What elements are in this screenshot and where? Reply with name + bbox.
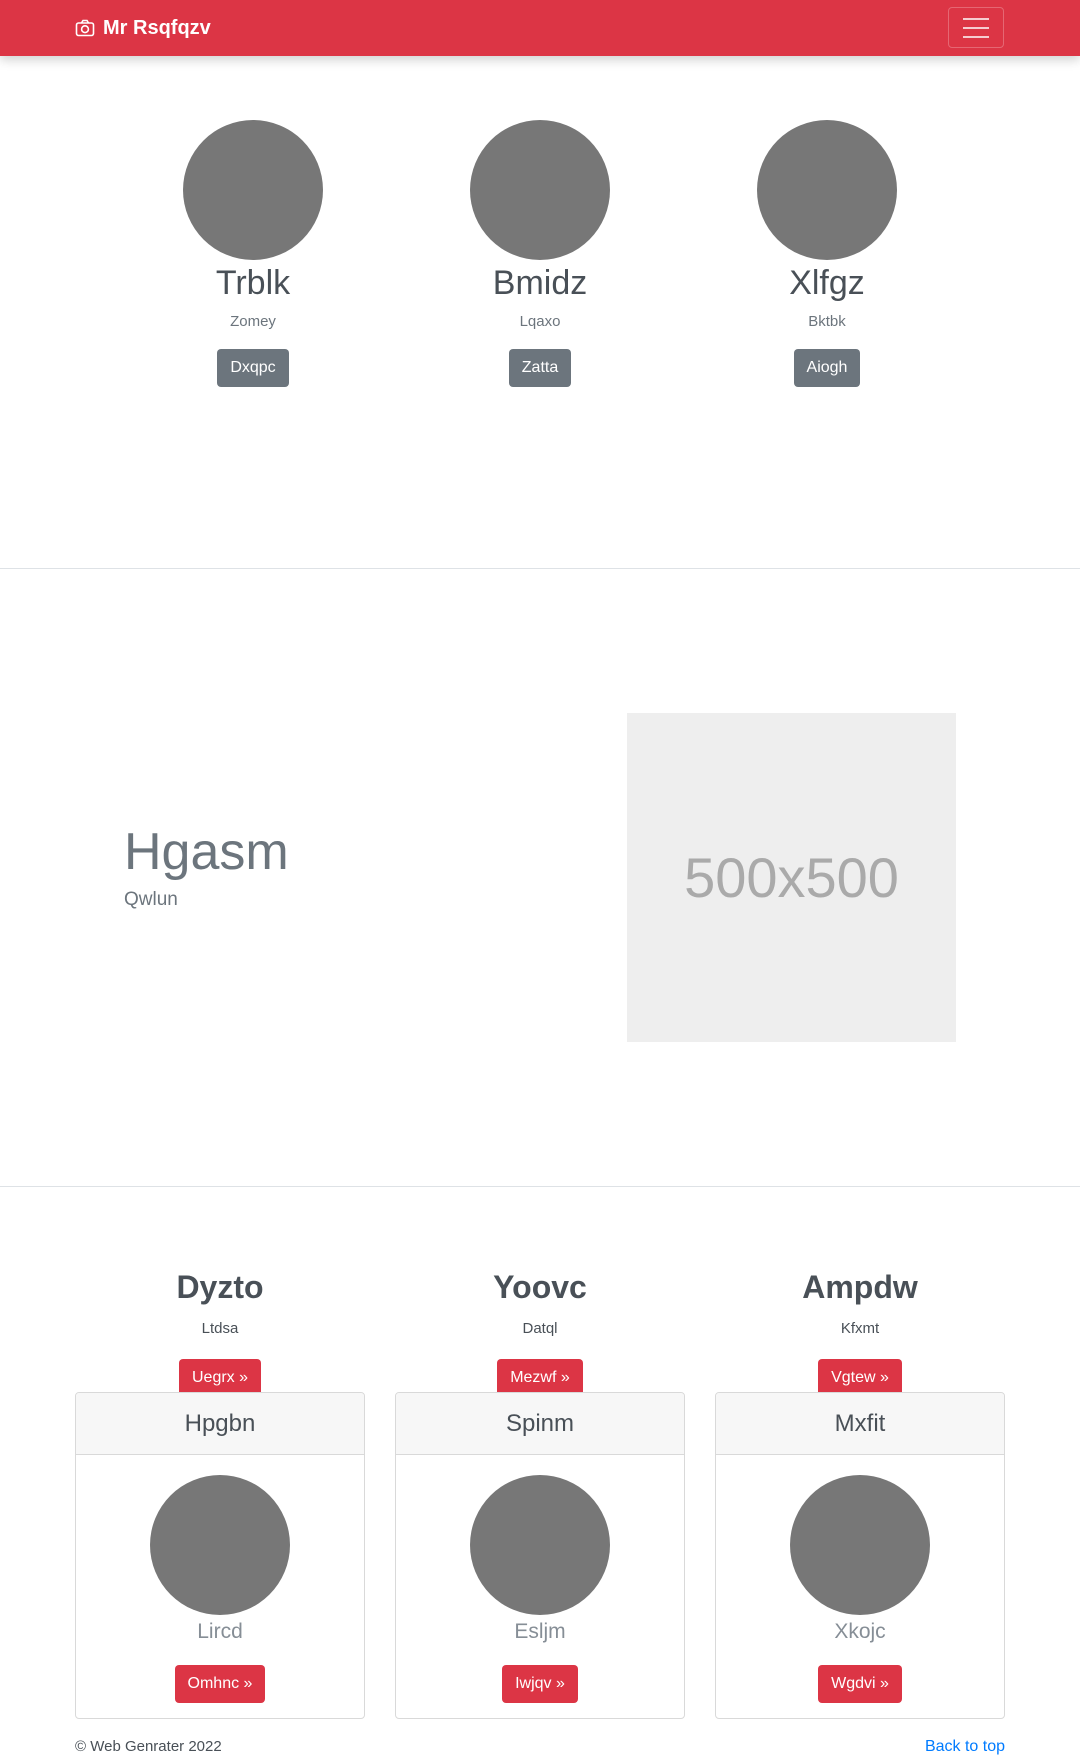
section-divider <box>0 1186 1080 1187</box>
column-subtitle: Ltdsa <box>201 1320 239 1337</box>
profile-name: Xlfgz <box>789 264 865 302</box>
card-button[interactable]: Iwjqv » <box>502 1665 578 1703</box>
hamburger-icon <box>963 17 989 20</box>
card-body: Lircd Omhnc » <box>76 1455 364 1703</box>
avatar <box>470 120 610 260</box>
profile-name: Bmidz <box>492 264 588 302</box>
column-title: Ampdw <box>802 1269 918 1305</box>
placeholder-image: 500x500 <box>627 713 956 1042</box>
avatar <box>150 1475 290 1615</box>
card-caption: Esljm <box>514 1620 566 1643</box>
back-to-top-link[interactable]: Back to top <box>925 1738 1005 1756</box>
hamburger-icon-bar <box>963 26 989 29</box>
avatar <box>790 1475 930 1615</box>
card-caption: Xkojc <box>834 1620 886 1643</box>
footer-copyright: © Web Genrater 2022 <box>75 1738 222 1755</box>
placeholder-image-label: 500x500 <box>684 846 899 909</box>
profile-button[interactable]: Dxqpc <box>217 349 289 387</box>
profile-subtitle: Zomey <box>230 313 276 330</box>
card-body: Xkojc Wgdvi » <box>716 1455 1004 1703</box>
column-subtitle: Kfxmt <box>840 1320 880 1337</box>
column-subtitle: Datql <box>522 1320 558 1337</box>
column-title: Dyzto <box>176 1269 264 1305</box>
card-caption: Lircd <box>197 1620 243 1643</box>
profile-name: Trblk <box>215 264 291 302</box>
hamburger-icon-bar <box>963 35 989 38</box>
profile-card: Xlfgz Bktbk Aiogh <box>707 120 947 387</box>
avatar <box>183 120 323 260</box>
card-button[interactable]: Wgdvi » <box>818 1665 902 1703</box>
card-header: Spinm <box>396 1393 684 1455</box>
profile-card: Bmidz Lqaxo Zatta <box>420 120 660 387</box>
card: Spinm Esljm Iwjqv » <box>395 1392 685 1719</box>
avatar <box>470 1475 610 1615</box>
column-heading: Ampdw Kfxmt Vgtew » <box>715 1267 1005 1397</box>
card: Mxfit Xkojc Wgdvi » <box>715 1392 1005 1719</box>
brand-title: Mr Rsqfqzv <box>103 16 211 39</box>
navbar-toggler-button[interactable] <box>948 7 1004 48</box>
feature-subtitle: Qwlun <box>124 889 178 910</box>
column-heading: Dyzto Ltdsa Uegrx » <box>75 1267 365 1397</box>
card-button[interactable]: Omhnc » <box>174 1665 266 1703</box>
profile-button[interactable]: Zatta <box>508 349 572 387</box>
navbar: Mr Rsqfqzv <box>0 0 1080 56</box>
card-header: Hpgbn <box>76 1393 364 1455</box>
avatar <box>757 120 897 260</box>
camera-icon <box>75 19 95 37</box>
feature-title: Hgasm <box>124 823 289 881</box>
profile-button[interactable]: Aiogh <box>793 349 861 387</box>
card-header: Mxfit <box>716 1393 1004 1455</box>
column-title: Yoovc <box>493 1269 587 1305</box>
profile-subtitle: Bktbk <box>808 313 846 330</box>
column-heading: Yoovc Datql Mezwf » <box>395 1267 685 1397</box>
section-divider <box>0 568 1080 569</box>
profile-card: Trblk Zomey Dxqpc <box>133 120 373 387</box>
card: Hpgbn Lircd Omhnc » <box>75 1392 365 1719</box>
profile-subtitle: Lqaxo <box>519 313 561 330</box>
brand-link[interactable]: Mr Rsqfqzv <box>75 14 211 42</box>
card-body: Esljm Iwjqv » <box>396 1455 684 1703</box>
